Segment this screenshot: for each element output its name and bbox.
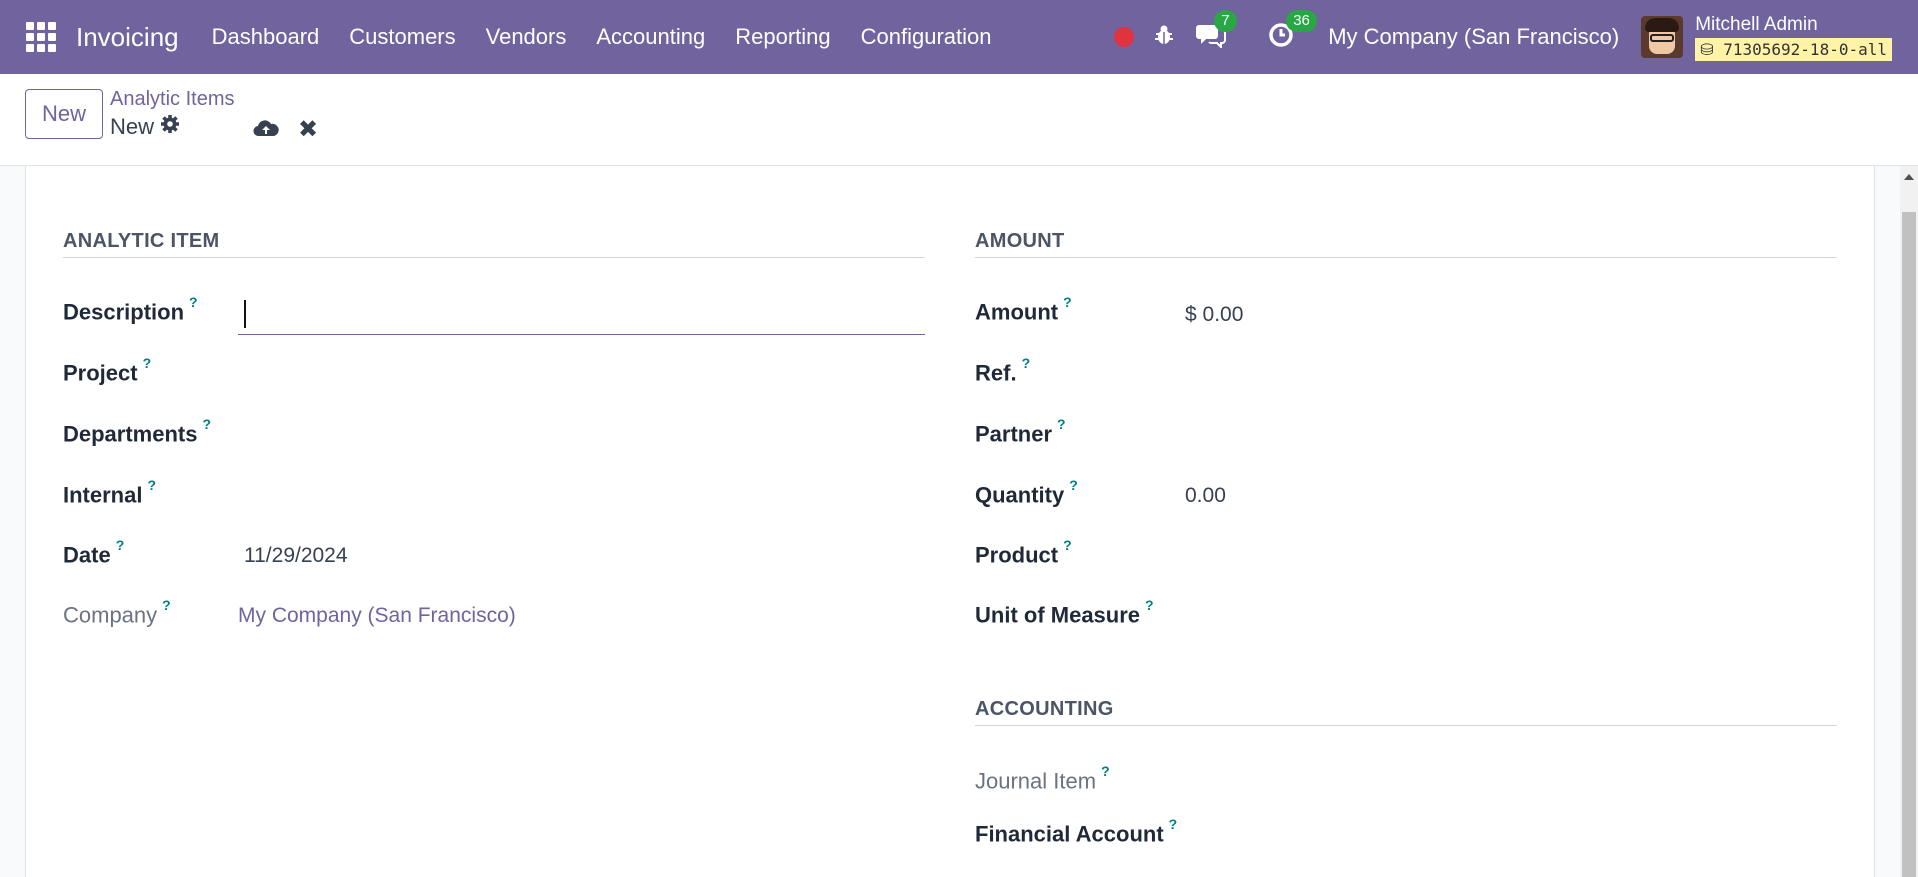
record-icon[interactable] <box>1114 27 1135 47</box>
uom-label: Unit of Measure? <box>975 597 1154 628</box>
section-amount: AMOUNT <box>975 230 1837 258</box>
menu-accounting[interactable]: Accounting <box>581 24 720 50</box>
journal-item-label: Journal Item? <box>975 763 1110 794</box>
partner-label: Partner? <box>975 416 1066 447</box>
menu-customers[interactable]: Customers <box>334 24 470 50</box>
database-label: 71305692-18-0-all <box>1723 39 1887 59</box>
discard-close-icon[interactable]: ✖ <box>298 118 318 142</box>
product-label: Product? <box>975 537 1072 568</box>
uom-field[interactable] <box>1185 603 1835 633</box>
company-label: Company? <box>63 597 171 628</box>
scrollbar-thumb[interactable] <box>1902 212 1916 877</box>
amount-label: Amount? <box>975 294 1072 325</box>
journal-item-field[interactable] <box>1185 769 1835 799</box>
help-icon[interactable]: ? <box>1145 597 1154 613</box>
app-menu-icon[interactable] <box>26 22 56 52</box>
ref-field[interactable] <box>1185 361 1835 391</box>
financial-account-field[interactable] <box>1185 822 1835 852</box>
systray: 7 36 My Company (San Francisco) Mitchell… <box>1114 0 1918 74</box>
help-icon[interactable]: ? <box>116 537 125 553</box>
help-icon[interactable]: ? <box>1057 416 1066 432</box>
activity-clock-icon[interactable]: 36 <box>1268 9 1317 53</box>
new-button[interactable]: New <box>25 89 103 139</box>
record-title: New <box>110 114 180 140</box>
user-menu[interactable]: Mitchell Admin ⛁ 71305692-18-0-all <box>1695 14 1892 61</box>
description-label: Description? <box>63 294 198 325</box>
top-navbar: Invoicing Dashboard Customers Vendors Ac… <box>0 0 1918 74</box>
amount-field[interactable]: $ 0.00 <box>1185 303 1243 327</box>
departments-label: Departments? <box>63 416 212 447</box>
section-analytic-item: ANALYTIC ITEM <box>63 230 925 258</box>
record-name: New <box>110 114 155 139</box>
help-icon[interactable]: ? <box>1069 477 1078 493</box>
project-field[interactable] <box>238 361 925 391</box>
menu-configuration[interactable]: Configuration <box>846 24 1007 50</box>
help-icon[interactable]: ? <box>202 416 211 432</box>
breadcrumb-analytic-items[interactable]: Analytic Items <box>110 88 234 111</box>
menu-reporting[interactable]: Reporting <box>720 24 845 50</box>
vertical-scrollbar[interactable] <box>1900 166 1918 877</box>
help-icon[interactable]: ? <box>1063 537 1072 553</box>
activity-count-badge: 36 <box>1286 9 1317 32</box>
help-icon[interactable]: ? <box>1101 763 1110 779</box>
ref-label: Ref.? <box>975 355 1031 386</box>
messages-chat-icon[interactable]: 7 <box>1196 9 1237 53</box>
help-icon[interactable]: ? <box>1063 294 1072 310</box>
company-switcher[interactable]: My Company (San Francisco) <box>1328 24 1619 50</box>
quantity-label: Quantity? <box>975 477 1078 508</box>
help-icon[interactable]: ? <box>143 355 152 371</box>
company-field[interactable]: My Company (San Francisco) <box>238 604 516 628</box>
description-input[interactable] <box>238 297 925 335</box>
financial-account-label: Financial Account? <box>975 816 1178 847</box>
partner-field[interactable] <box>1185 422 1835 452</box>
project-label: Project? <box>63 355 152 386</box>
menu-vendors[interactable]: Vendors <box>471 24 582 50</box>
quantity-field[interactable]: 0.00 <box>1185 484 1226 508</box>
user-name: Mitchell Admin <box>1695 13 1818 35</box>
help-icon[interactable]: ? <box>1022 355 1031 371</box>
help-icon[interactable]: ? <box>147 477 156 493</box>
product-field[interactable] <box>1185 543 1835 573</box>
control-panel: New Analytic Items New ✖ <box>0 74 1918 166</box>
database-name: ⛁ 71305692-18-0-all <box>1695 37 1892 61</box>
help-icon[interactable]: ? <box>1169 816 1178 832</box>
text-cursor <box>244 300 246 328</box>
chat-count-badge: 7 <box>1214 9 1237 32</box>
scroll-up-arrow-icon[interactable] <box>1904 174 1914 180</box>
internal-field[interactable] <box>238 483 925 513</box>
help-icon[interactable]: ? <box>162 597 171 613</box>
internal-label: Internal? <box>63 477 157 508</box>
debug-bug-icon[interactable] <box>1154 24 1174 51</box>
main-menu: Dashboard Customers Vendors Accounting R… <box>197 24 1007 50</box>
save-cloud-upload-icon[interactable] <box>253 118 279 143</box>
app-title[interactable]: Invoicing <box>76 22 179 53</box>
date-label: Date? <box>63 537 125 568</box>
user-avatar[interactable] <box>1641 16 1684 58</box>
departments-field[interactable] <box>238 422 925 452</box>
gear-icon[interactable] <box>160 114 180 140</box>
help-icon[interactable]: ? <box>189 294 198 310</box>
date-field[interactable]: 11/29/2024 <box>244 544 348 568</box>
section-accounting: ACCOUNTING <box>975 698 1837 726</box>
database-icon: ⛁ <box>1700 39 1714 59</box>
menu-dashboard[interactable]: Dashboard <box>197 24 335 50</box>
